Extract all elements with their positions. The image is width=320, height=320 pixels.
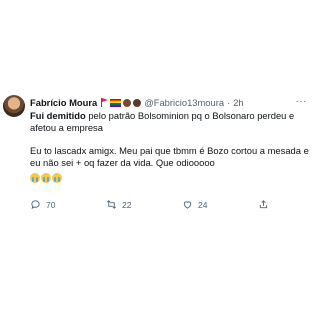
crying-face-icon — [30, 173, 40, 184]
reaction-emojis — [30, 173, 315, 184]
like-count: 24 — [198, 199, 208, 210]
share-button[interactable] — [258, 199, 274, 210]
red-flag-icon — [101, 98, 109, 107]
reply-count: 70 — [46, 199, 56, 210]
retweet-button[interactable]: 22 — [106, 199, 182, 210]
retweet-icon — [107, 200, 116, 209]
reply-button[interactable]: 70 — [30, 199, 106, 210]
dark-circle-icon — [133, 98, 142, 107]
heart-icon — [183, 201, 192, 209]
brown-circle-icon — [123, 98, 132, 107]
tweet-header: Fabrício Moura @Fabricio13moura · 2h — [30, 97, 244, 108]
author-handle[interactable]: @Fabricio13moura — [144, 97, 224, 108]
retweet-count: 22 — [122, 199, 132, 210]
crying-face-icon — [52, 173, 62, 184]
rainbow-flag-icon — [110, 98, 122, 107]
author-name[interactable]: Fabrício Moura — [30, 97, 97, 108]
reply-icon — [31, 200, 40, 210]
name-emojis — [101, 98, 142, 107]
avatar[interactable] — [3, 95, 25, 117]
timestamp[interactable]: 2h — [233, 97, 243, 108]
tweet-paragraph-2: Eu to lascadx amigx. Meu pai que tbmm é … — [30, 145, 309, 168]
more-options-icon[interactable]: ··· — [296, 97, 308, 107]
crying-face-icon — [41, 173, 51, 184]
tweet-actions: 70 22 24 — [30, 199, 300, 210]
tweet-lead-bold: Fui demitido — [30, 110, 86, 121]
tweet-text: Fui demitido pelo patrão Bolsominion pq … — [30, 110, 315, 184]
separator: · — [227, 97, 231, 108]
like-button[interactable]: 24 — [182, 199, 258, 210]
share-icon — [259, 200, 268, 209]
